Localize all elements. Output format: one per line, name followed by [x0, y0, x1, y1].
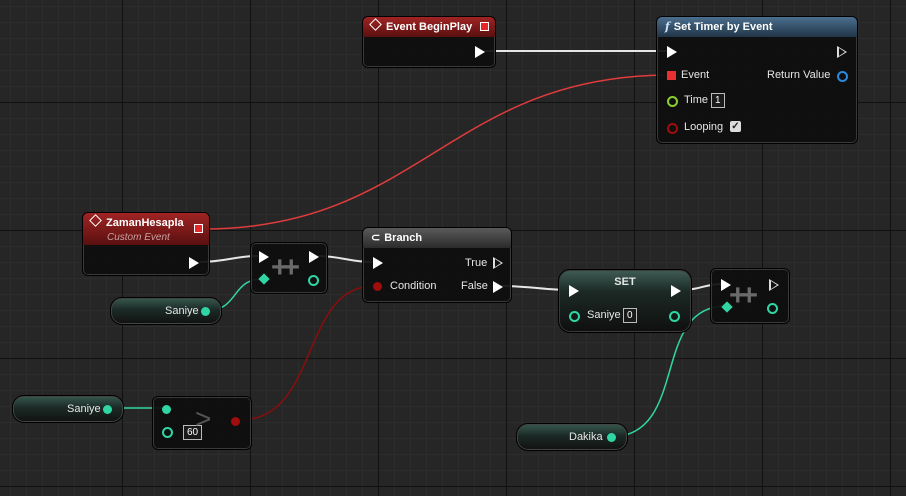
exec-out-pin[interactable]	[769, 279, 779, 291]
int-output-pin[interactable]	[308, 275, 319, 286]
int-output-pin[interactable]	[767, 303, 778, 314]
increment-icon: ++	[729, 279, 758, 312]
return-value-label: Return Value	[767, 69, 831, 81]
true-exec-out-pin[interactable]	[493, 257, 503, 269]
int-input-b-pin[interactable]	[162, 427, 173, 438]
custom-event-title: ZamanHesapla	[106, 217, 184, 229]
function-icon: f	[665, 20, 670, 33]
set-variable-node[interactable]: SET Saniye 0	[558, 269, 692, 333]
time-input-pin[interactable]	[667, 96, 678, 107]
saniye-pin-label: Saniye	[587, 309, 621, 321]
branch-header: ⊂ Branch	[363, 228, 511, 248]
int-input-pin[interactable]	[258, 273, 270, 285]
exec-out-pin[interactable]	[837, 46, 847, 58]
exec-out-pin[interactable]	[475, 46, 485, 58]
custom-event-node[interactable]: ZamanHesapla Custom Event	[82, 212, 210, 276]
int-wire-set-to-increment2	[620, 315, 674, 437]
exec-out-pin[interactable]	[671, 285, 681, 297]
set-timer-by-event-node[interactable]: f Set Timer by Event Event Return Value T…	[656, 16, 858, 144]
saniye-getter-label: Saniye	[165, 305, 199, 317]
set-timer-title: Set Timer by Event	[673, 21, 773, 33]
false-exec-out-pin[interactable]	[493, 281, 503, 293]
event-beginplay-header: Event BeginPlay	[363, 17, 495, 37]
saniye-value-field[interactable]: 0	[623, 308, 637, 323]
looping-checkbox[interactable]: ✓	[730, 121, 741, 132]
condition-input-pin[interactable]	[373, 282, 382, 291]
delegate-pin-icon[interactable]	[194, 224, 203, 233]
event-diamond-icon	[369, 18, 382, 31]
exec-out-pin[interactable]	[309, 251, 319, 263]
saniye-output-pin[interactable]	[669, 311, 680, 322]
event-diamond-icon	[89, 214, 102, 227]
delegate-pin-icon[interactable]	[480, 22, 489, 31]
event-wire-customevent-to-settimer	[202, 74, 671, 230]
looping-input-pin[interactable]	[667, 123, 678, 134]
looping-pin-label: Looping	[684, 121, 724, 133]
time-value-field[interactable]: 1	[711, 93, 725, 108]
saniye-output-pin[interactable]	[201, 307, 210, 316]
exec-in-pin[interactable]	[373, 257, 383, 269]
event-input-pin[interactable]	[667, 71, 676, 80]
set-timer-header: f Set Timer by Event	[657, 17, 857, 37]
event-pin-label: Event	[681, 69, 710, 81]
branch-icon: ⊂	[371, 232, 381, 244]
increment-int-node-2[interactable]: ++	[710, 268, 790, 324]
true-pin-label: True	[465, 257, 488, 269]
branch-title: Branch	[384, 232, 423, 244]
saniye-getter-label: Saniye	[67, 403, 101, 415]
bool-wire-compare-to-branch	[239, 285, 375, 421]
branch-node[interactable]: ⊂ Branch True Condition False	[362, 227, 512, 303]
custom-event-subtitle: Custom Event	[107, 232, 170, 243]
dakika-output-pin[interactable]	[607, 433, 616, 442]
exec-in-pin[interactable]	[667, 46, 677, 58]
condition-pin-label: Condition	[390, 280, 437, 292]
false-pin-label: False	[461, 280, 488, 292]
get-dakika-node[interactable]: Dakika	[516, 423, 628, 451]
get-saniye-node-2[interactable]: Saniye	[12, 395, 124, 423]
event-beginplay-title: Event BeginPlay	[386, 21, 473, 33]
dakika-getter-label: Dakika	[569, 431, 603, 443]
bool-output-pin[interactable]	[231, 417, 240, 426]
increment-int-node[interactable]: ++	[250, 242, 328, 294]
exec-out-pin[interactable]	[189, 257, 199, 269]
exec-in-pin[interactable]	[569, 285, 579, 297]
greater-than-icon: >	[195, 403, 212, 434]
get-saniye-node[interactable]: Saniye	[110, 297, 222, 325]
exec-in-pin[interactable]	[259, 251, 269, 263]
saniye-input-pin[interactable]	[569, 311, 580, 322]
increment-icon: ++	[271, 251, 300, 284]
event-beginplay-node[interactable]: Event BeginPlay	[362, 16, 496, 68]
time-pin-label: Time	[684, 94, 709, 106]
int-input-a-pin[interactable]	[162, 405, 171, 414]
saniye-output-pin[interactable]	[103, 405, 112, 414]
compare-int-node[interactable]: 60 >	[152, 396, 252, 450]
return-value-pin[interactable]	[837, 71, 848, 82]
